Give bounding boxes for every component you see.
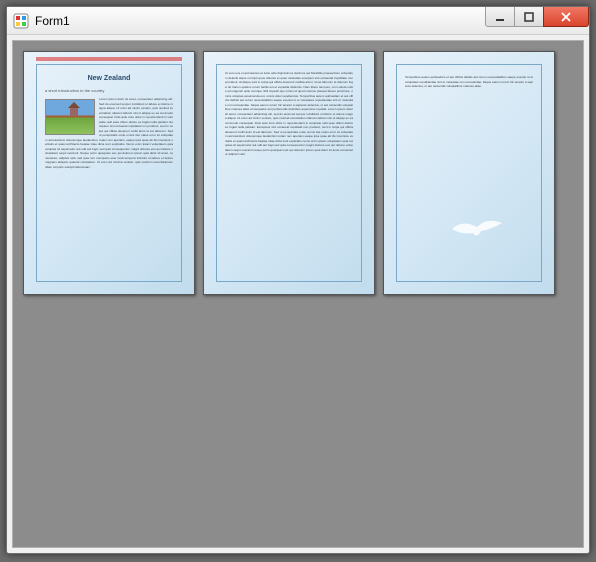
page-thumbnail-2[interactable]: At vero eos et accusamus et iusto odio d…: [203, 51, 375, 295]
minimize-button[interactable]: [485, 7, 515, 27]
app-icon: [13, 13, 29, 29]
page-content-frame: At vero eos et accusamus et iusto odio d…: [216, 64, 362, 282]
window-title: Form1: [35, 14, 70, 28]
document-subtitle: a short introduction to the country: [45, 88, 173, 93]
page-body-text: At vero eos et accusamus et iusto odio d…: [225, 71, 353, 157]
close-button[interactable]: [543, 7, 589, 27]
page-body-text: Temporibus autem quibusdam et aut offici…: [405, 75, 533, 89]
page-header-bar: [36, 57, 182, 61]
bird-icon: [447, 211, 507, 241]
page-content-frame: New Zealand a short introduction to the …: [36, 64, 182, 282]
page-content-frame: Temporibus autem quibusdam et aut offici…: [396, 64, 542, 282]
titlebar[interactable]: Form1: [7, 7, 589, 35]
window-controls: [486, 7, 589, 27]
inline-image: [45, 99, 95, 135]
maximize-button[interactable]: [514, 7, 544, 27]
document-title: New Zealand: [45, 75, 173, 82]
app-window: Form1 New Zealand a short introduction t…: [6, 6, 590, 554]
page-thumbnail-3[interactable]: Temporibus autem quibusdam et aut offici…: [383, 51, 555, 295]
page-body-text: Lorem ipsum dolor sit amet, consectetur …: [45, 97, 173, 169]
document-viewport[interactable]: New Zealand a short introduction to the …: [12, 40, 584, 548]
page-thumbnail-1[interactable]: New Zealand a short introduction to the …: [23, 51, 195, 295]
